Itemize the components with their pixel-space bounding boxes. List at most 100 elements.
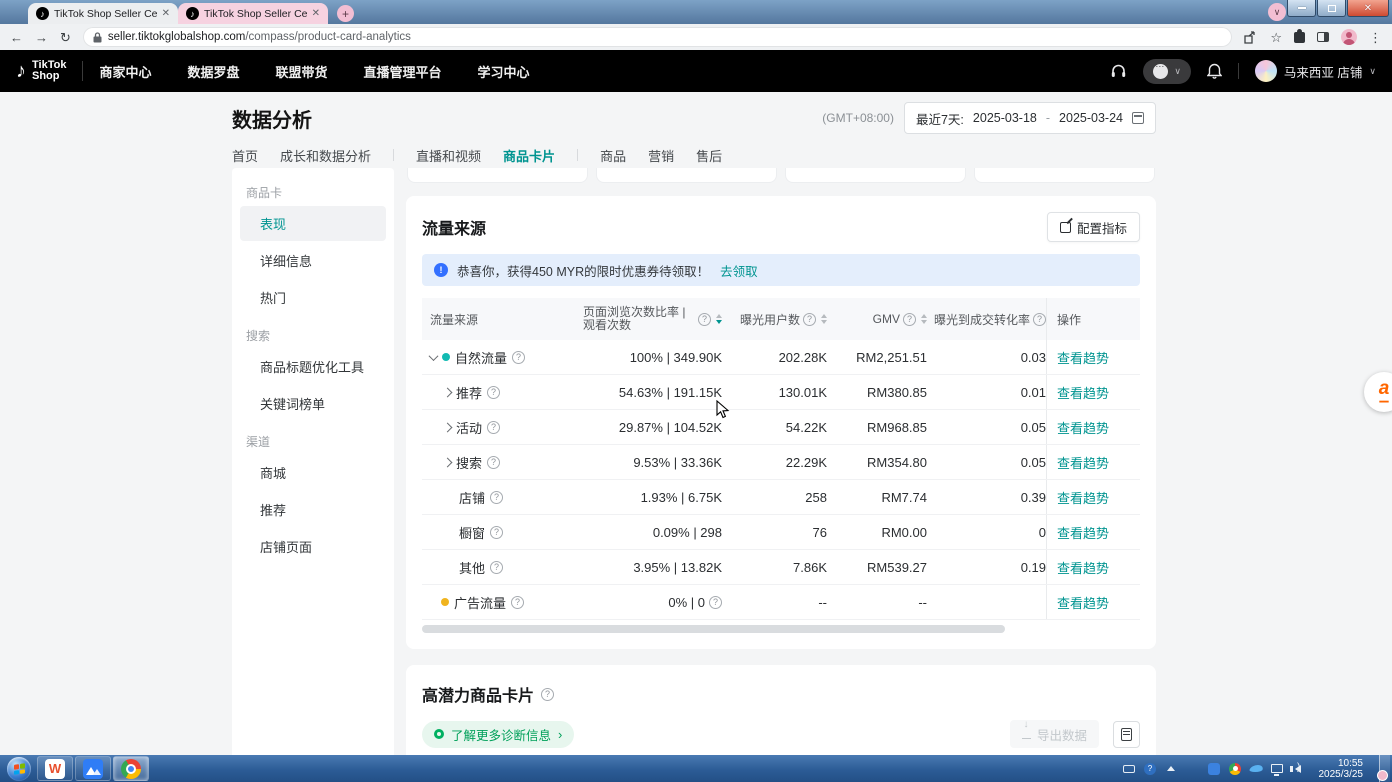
back-icon[interactable]: ← [10,31,23,44]
messages-button[interactable]: ∨ [1143,59,1191,84]
tab-close-icon[interactable]: ✕ [162,8,170,19]
diagnosis-link[interactable]: 了解更多诊断信息 › [422,721,574,748]
chevron-right-icon[interactable] [443,422,453,432]
help-icon[interactable] [490,526,503,539]
help-icon[interactable] [490,491,503,504]
tray-chrome-icon[interactable] [1229,763,1242,774]
help-icon[interactable] [803,313,816,326]
address-bar[interactable]: seller.tiktokglobalshop.com/compass/prod… [83,27,1232,47]
sidebar-item-商品标题优化工具[interactable]: 商品标题优化工具 [240,349,386,384]
traffic-source-cell: 橱窗 [422,523,572,542]
browser-tab-2-active[interactable]: ♪ TikTok Shop Seller Center | Cr ✕ [178,3,328,24]
col-conversion[interactable]: 曝光到成交转化率 [927,311,1046,328]
tab-close-icon[interactable]: ✕ [312,8,320,19]
help-icon[interactable] [541,688,554,701]
bookmark-star-icon[interactable]: ☆ [1270,31,1282,44]
nav-item-2[interactable]: 联盟带货 [275,62,327,81]
tray-volume-icon[interactable] [1292,763,1305,774]
tab-成长和数据分析[interactable]: 成长和数据分析 [280,146,371,165]
taskbar-app-mountain[interactable] [75,756,111,781]
sidebar-item-关键词榜单[interactable]: 关键词榜单 [240,386,386,421]
floating-helper-widget[interactable]: a ▂▂ [1364,372,1392,412]
claim-coupon-link[interactable]: 去领取 [720,261,758,280]
nav-item-1[interactable]: 数据罗盘 [187,62,239,81]
col-ratio[interactable]: 页面浏览次数比率 | 观看次数 [572,306,722,332]
tab-首页[interactable]: 首页 [232,146,258,165]
reload-icon[interactable]: ↻ [60,31,71,44]
list-view-button[interactable] [1113,721,1140,748]
maximize-button[interactable] [1317,0,1346,17]
nav-items: 商家中心 数据罗盘 联盟带货 直播管理平台 学习中心 [99,62,565,81]
taskbar-app-wps[interactable]: W [37,756,73,781]
view-trend-link[interactable]: 查看趋势 [1057,383,1109,402]
potential-panel-header: 高潜力商品卡片 [422,681,1140,707]
view-trend-link[interactable]: 查看趋势 [1057,418,1109,437]
start-button[interactable] [7,757,31,781]
tab-售后[interactable]: 售后 [696,146,722,165]
view-trend-link[interactable]: 查看趋势 [1057,453,1109,472]
chevron-right-icon[interactable] [443,457,453,467]
sidebar-item-热门[interactable]: 热门 [240,280,386,315]
chevron-right-icon[interactable] [443,387,453,397]
tray-show-hidden-icons[interactable] [1165,763,1178,774]
sidebar-item-表现[interactable]: 表现 [240,206,386,241]
help-icon[interactable] [698,313,711,326]
tray-app-blue-icon[interactable] [1208,763,1221,774]
tab-商品卡片[interactable]: 商品卡片 [503,146,555,165]
col-gmv[interactable]: GMV [827,312,927,326]
tiktok-shop-logo[interactable]: ♪ TikTokShop [16,60,66,83]
tray-cloud-icon[interactable] [1250,763,1263,774]
taskbar-app-chrome[interactable] [113,756,149,781]
tray-help-icon[interactable]: ? [1144,763,1157,774]
minimize-button[interactable] [1287,0,1316,17]
view-trend-link[interactable]: 查看趋势 [1057,348,1109,367]
help-icon[interactable] [903,313,916,326]
view-trend-link[interactable]: 查看趋势 [1057,488,1109,507]
nav-item-4[interactable]: 学习中心 [478,62,530,81]
chevron-down-icon[interactable] [429,351,439,361]
browser-menu-icon[interactable]: ⋮ [1369,31,1382,44]
extensions-icon[interactable] [1294,32,1305,43]
help-icon[interactable] [487,421,500,434]
view-trend-link[interactable]: 查看趋势 [1057,558,1109,577]
headset-icon[interactable] [1110,63,1127,79]
shop-switcher[interactable]: 马来西亚 店铺 ∨ [1255,60,1376,82]
browser-tab-1[interactable]: ♪ TikTok Shop Seller Center | Cr ✕ [28,3,178,24]
nav-item-0[interactable]: 商家中心 [99,62,151,81]
close-button[interactable]: ✕ [1347,0,1389,17]
help-icon[interactable] [487,386,500,399]
export-data-button[interactable]: 导出数据 [1010,720,1099,748]
tray-inbox-icon[interactable] [1123,763,1136,774]
taskbar-clock[interactable]: 10:55 2025/3/25 [1319,758,1364,780]
sidebar-item-店铺页面[interactable]: 店铺页面 [240,529,386,564]
sidebar-item-推荐[interactable]: 推荐 [240,492,386,527]
date-range-picker[interactable]: 最近7天: 2025-03-18 - 2025-03-24 [904,102,1156,134]
sidebar-item-详细信息[interactable]: 详细信息 [240,243,386,278]
configure-metrics-button[interactable]: 配置指标 [1047,212,1140,242]
help-icon[interactable] [512,351,525,364]
help-icon[interactable] [487,456,500,469]
notification-bell-icon[interactable] [1207,63,1222,79]
tab-直播和视频[interactable]: 直播和视频 [416,146,481,165]
sidebar-item-商城[interactable]: 商城 [240,455,386,490]
side-panel-icon[interactable] [1317,32,1329,42]
action-cell: 查看趋势 [1046,445,1140,479]
tray-network-icon[interactable] [1271,763,1284,774]
help-icon[interactable] [1033,313,1046,326]
help-icon[interactable] [490,561,503,574]
help-icon[interactable] [511,596,524,609]
browser-profile-avatar[interactable] [1341,29,1357,45]
conversion-value: 0.19 [927,560,1046,575]
horizontal-scrollbar[interactable] [422,625,1005,633]
share-icon[interactable] [1244,31,1258,44]
tab-营销[interactable]: 营销 [648,146,674,165]
forward-icon[interactable]: → [35,31,48,44]
help-icon[interactable] [709,596,722,609]
tab-商品[interactable]: 商品 [600,146,626,165]
tab-search-chevron-icon[interactable]: ∨ [1268,3,1286,21]
view-trend-link[interactable]: 查看趋势 [1057,593,1109,612]
nav-item-3[interactable]: 直播管理平台 [363,62,441,81]
view-trend-link[interactable]: 查看趋势 [1057,523,1109,542]
col-users[interactable]: 曝光用户数 [722,311,827,328]
new-tab-button[interactable]: + [337,5,354,22]
